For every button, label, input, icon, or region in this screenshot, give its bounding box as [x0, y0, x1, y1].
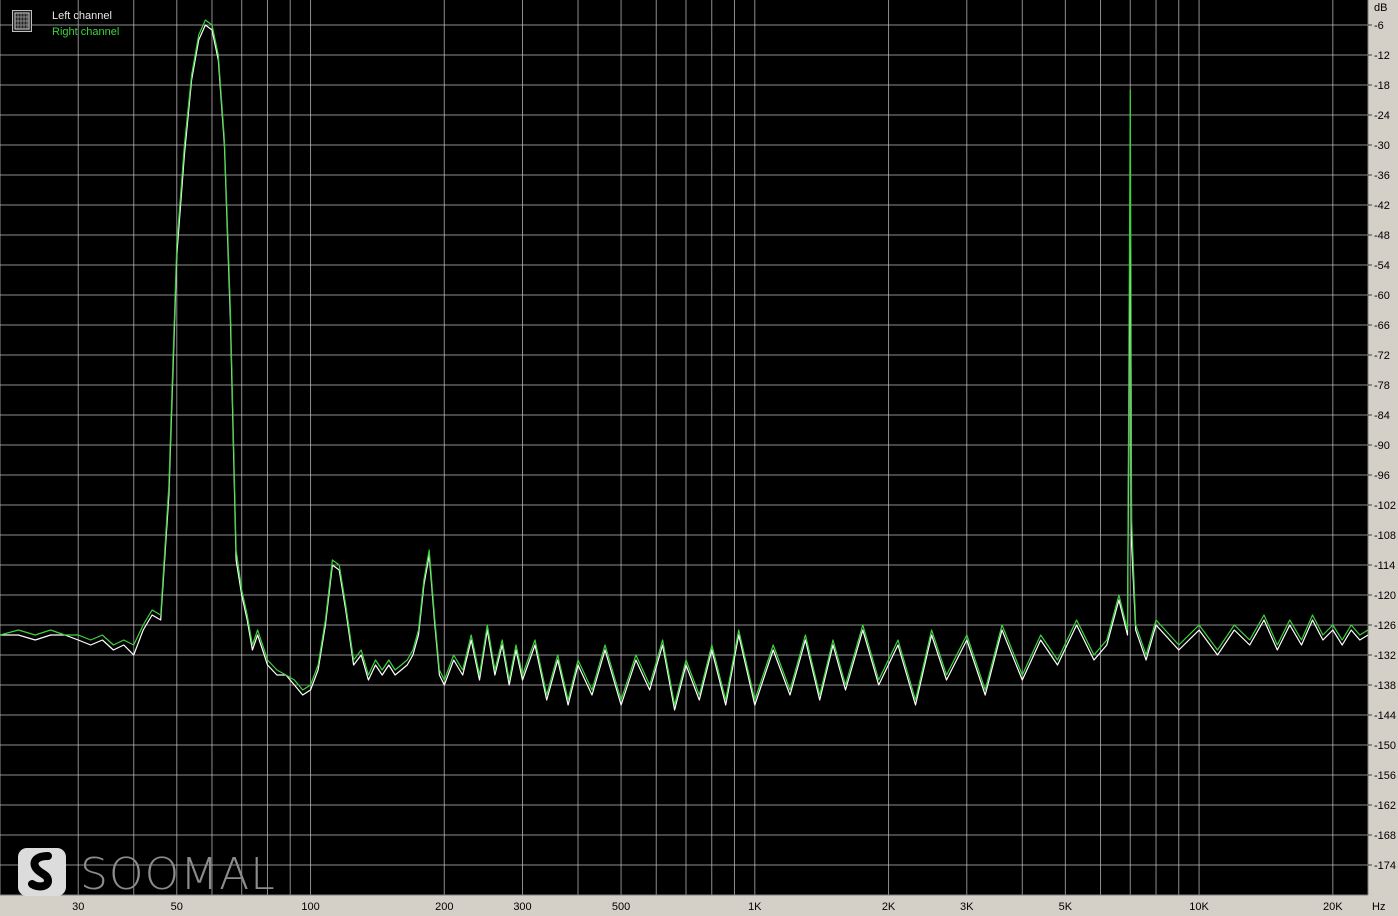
y-tick-label: -72 [1374, 350, 1390, 362]
y-tick-label: -90 [1374, 440, 1390, 452]
x-tick-label: 2K [882, 901, 896, 913]
legend-grid-icon[interactable] [12, 10, 32, 32]
y-tick-label: -60 [1374, 290, 1390, 302]
x-tick-label: 500 [612, 901, 630, 913]
y-tick-label: -114 [1374, 560, 1395, 572]
x-tick-label: 5K [1059, 901, 1073, 913]
y-axis-unit-label: dB [1374, 2, 1387, 14]
y-tick-label: -54 [1374, 260, 1390, 272]
y-tick-label: -162 [1374, 800, 1396, 812]
watermark-text: SOOMAL [80, 849, 276, 900]
y-tick-label: -36 [1374, 170, 1390, 182]
y-tick-label: -174 [1374, 860, 1396, 872]
x-tick-label: 50 [171, 901, 183, 913]
y-tick-label: -30 [1374, 140, 1390, 152]
y-tick-label: -24 [1374, 110, 1390, 122]
x-tick-label: 100 [301, 901, 319, 913]
y-tick-label: -78 [1374, 380, 1390, 392]
x-tick-label: 1K [748, 901, 762, 913]
y-tick-label: -156 [1374, 770, 1396, 782]
y-tick-label: -6 [1374, 20, 1384, 32]
legend-right-channel: Right channel [52, 26, 120, 38]
y-tick-label: -150 [1374, 740, 1396, 752]
x-tick-label: 300 [513, 901, 531, 913]
soomal-logo-badge [18, 848, 66, 896]
y-tick-label: -132 [1374, 650, 1396, 662]
y-tick-label: -48 [1374, 230, 1390, 242]
y-tick-label: -144 [1374, 710, 1396, 722]
y-tick-label: -84 [1374, 410, 1390, 422]
y-tick-label: -18 [1374, 80, 1390, 92]
y-tick-label: -102 [1374, 500, 1396, 512]
y-tick-label: -138 [1374, 680, 1396, 692]
x-tick-label: 30 [72, 901, 84, 913]
legend-left-channel: Left channel [52, 10, 112, 22]
x-tick-label: 3K [960, 901, 974, 913]
x-tick-label: 10K [1189, 901, 1209, 913]
y-tick-label: -96 [1374, 470, 1390, 482]
y-tick-label: -108 [1374, 530, 1396, 542]
y-tick-label: -168 [1374, 830, 1396, 842]
spectrum-chart: -6 -12 -18 -24 -30 -36 -42 -48 -54 -60 -66 -72 -78 -8… [0, 0, 1398, 916]
y-tick-label: -126 [1374, 620, 1396, 632]
y-tick-label: -42 [1374, 200, 1390, 212]
y-tick-label: -120 [1374, 590, 1396, 602]
x-tick-label: 200 [435, 901, 453, 913]
y-tick-label: -66 [1374, 320, 1390, 332]
plot-background [0, 0, 1398, 916]
x-axis-unit-label: Hz [1372, 901, 1385, 913]
x-tick-label: 20K [1323, 901, 1343, 913]
y-tick-label: -12 [1374, 50, 1390, 62]
